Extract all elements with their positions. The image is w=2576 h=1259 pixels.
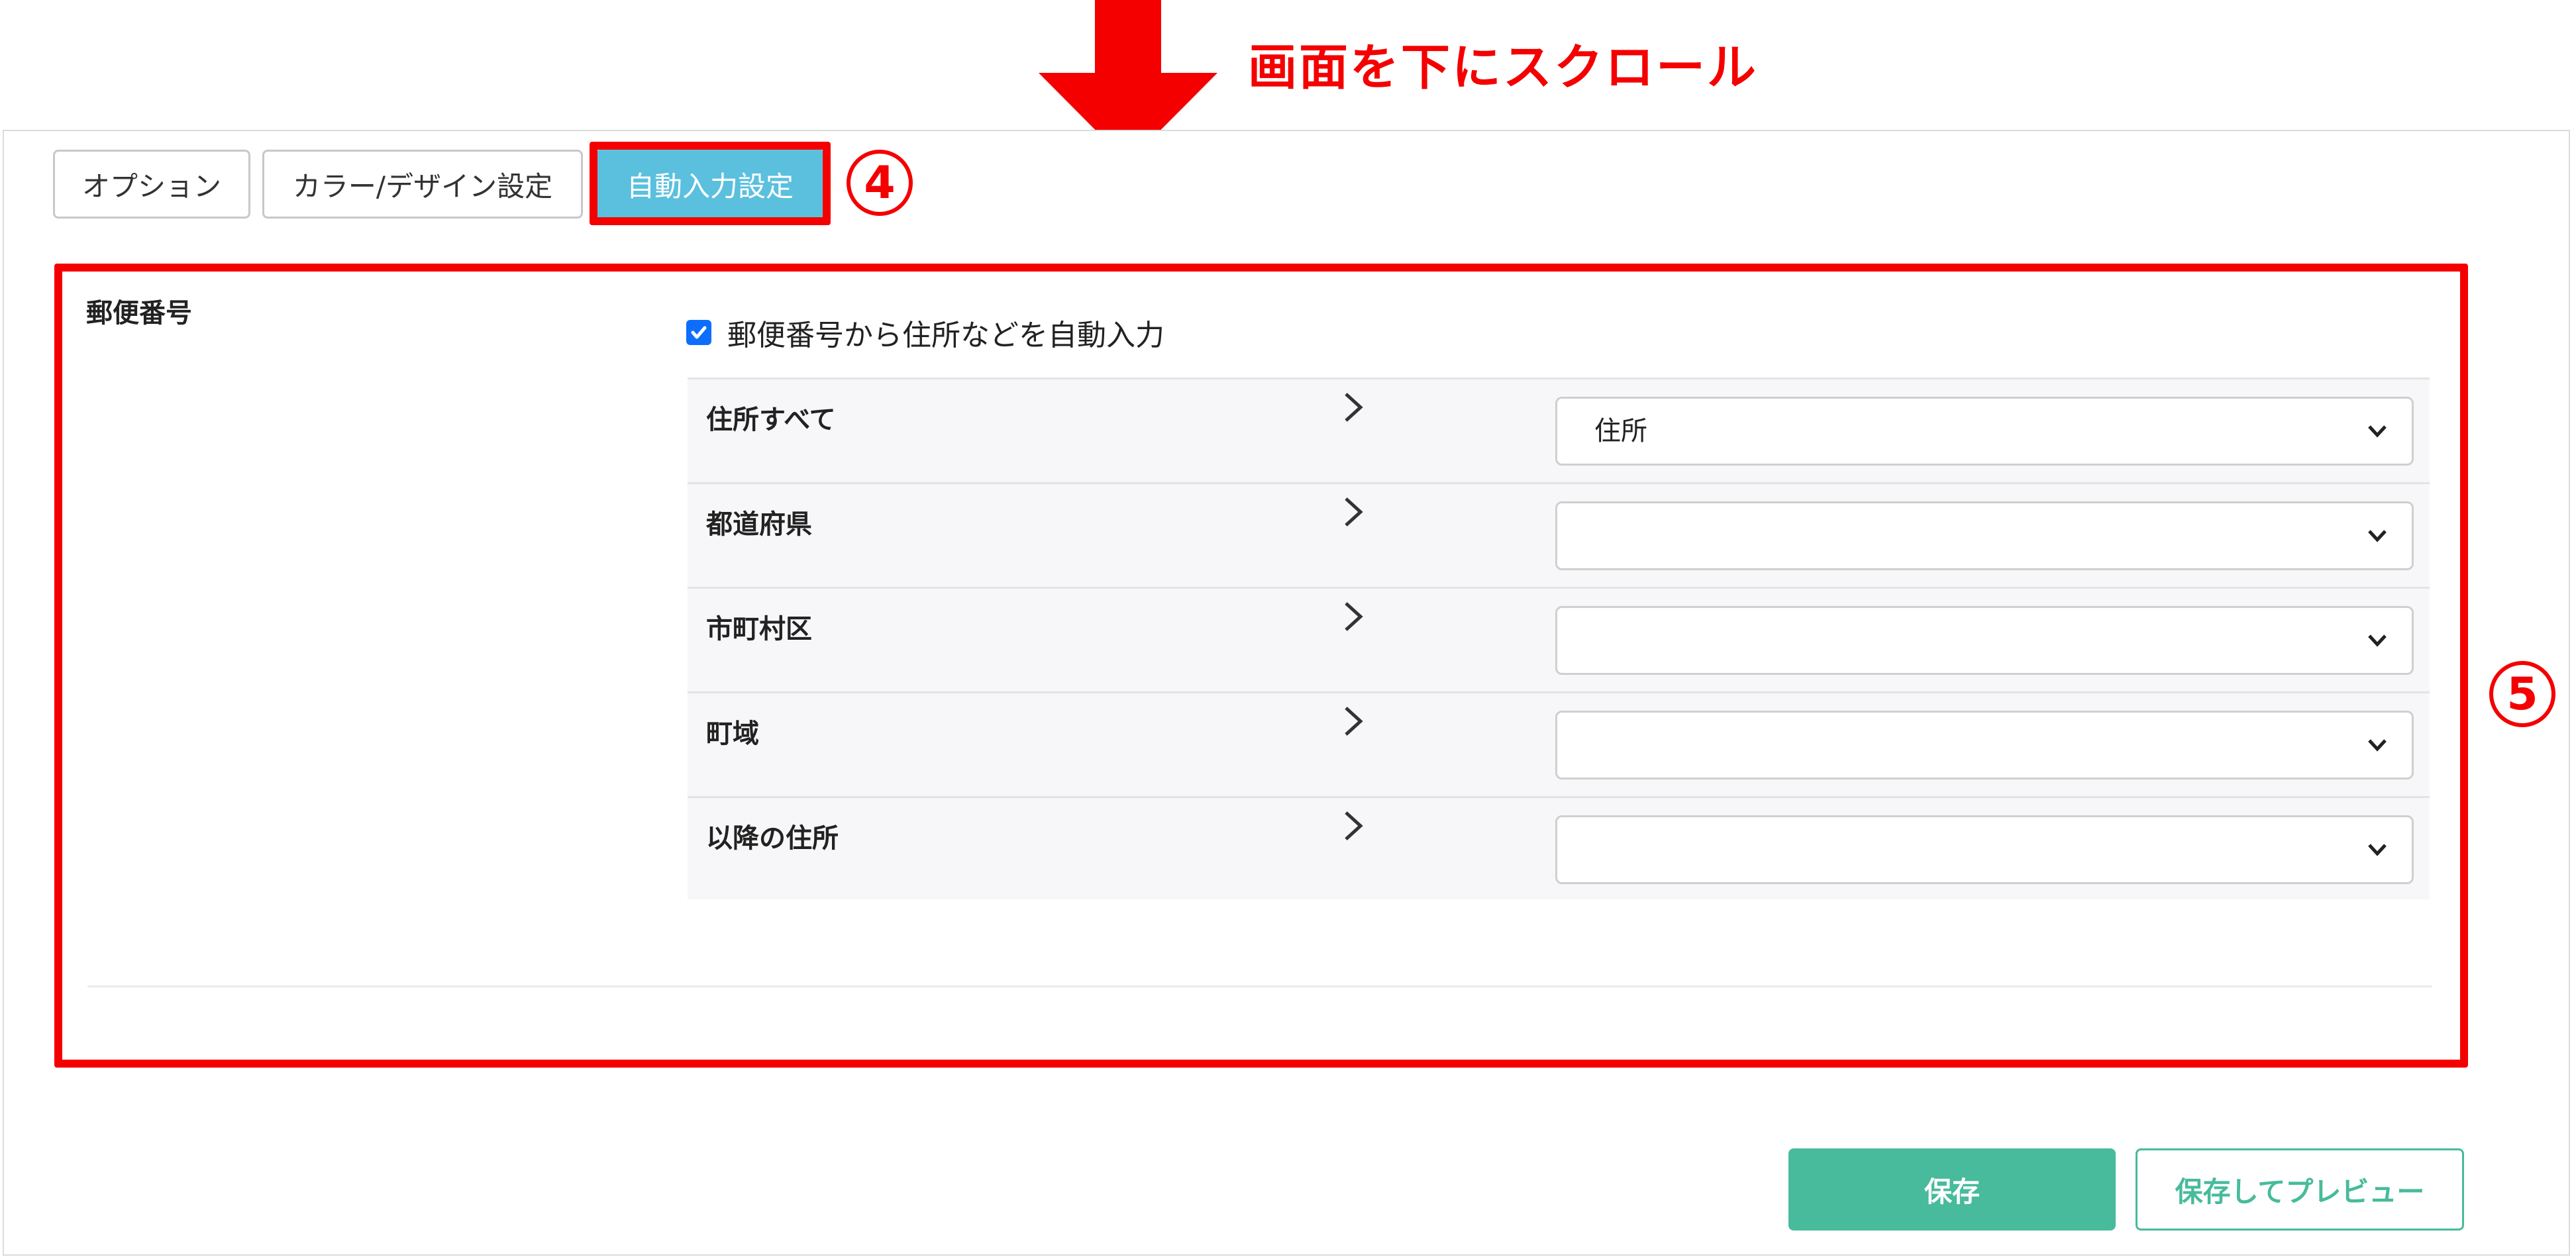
scroll-hint-label: 画面を下にスクロール xyxy=(1248,39,1758,96)
step4-highlight-box xyxy=(590,142,831,225)
step5-highlight-box xyxy=(54,264,2468,1068)
step4-marker: 4 xyxy=(847,150,913,216)
save-button[interactable]: 保存 xyxy=(1788,1148,2116,1231)
step5-marker: 5 xyxy=(2489,661,2555,727)
tab-color-design[interactable]: カラー/デザイン設定 xyxy=(262,150,583,219)
tab-options[interactable]: オプション xyxy=(53,150,250,219)
save-and-preview-button[interactable]: 保存してプレビュー xyxy=(2136,1148,2464,1231)
